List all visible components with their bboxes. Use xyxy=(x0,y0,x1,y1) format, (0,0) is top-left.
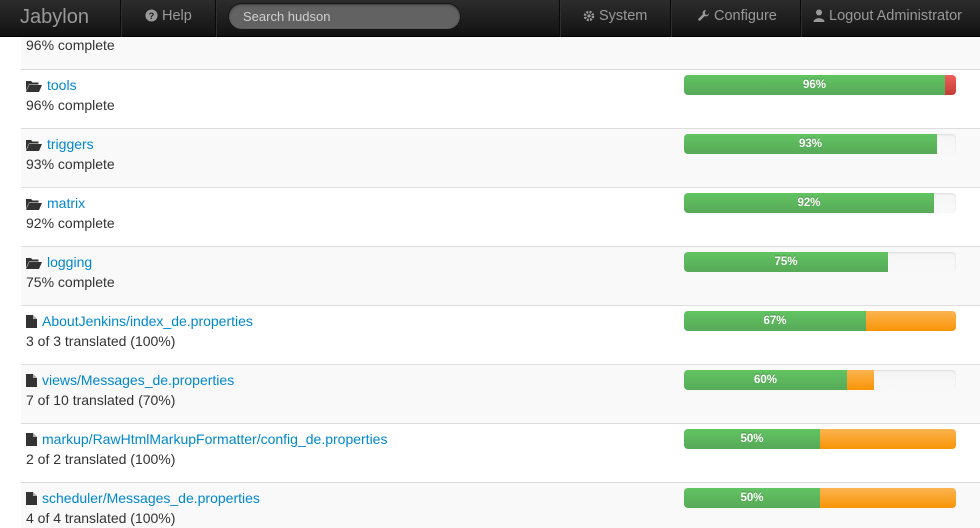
item-status: 3 of 3 translated (100%) xyxy=(26,333,176,349)
item-link[interactable]: triggers xyxy=(26,134,94,154)
top-navbar: Jabylon ? Help Search hudson System Confi… xyxy=(0,0,980,37)
system-label: System xyxy=(599,8,648,24)
item-link-label: tools xyxy=(47,77,77,93)
item-status: 96% complete xyxy=(26,37,115,53)
item-status: 93% complete xyxy=(26,156,115,172)
progress-bar: 93% xyxy=(684,134,956,154)
file-icon xyxy=(26,313,37,333)
item-link[interactable]: logging xyxy=(26,252,92,272)
progress-missing-segment xyxy=(820,429,956,449)
progress-error-segment xyxy=(945,75,956,95)
item-link[interactable]: tools xyxy=(26,75,77,95)
progress-percent-label: 93% xyxy=(798,138,823,150)
configure-link[interactable]: Configure xyxy=(697,0,777,37)
progress-bar: 60% xyxy=(684,370,956,390)
progress-bar: 50% xyxy=(684,429,956,449)
list-item: 96% complete xyxy=(21,37,980,69)
item-link-label: AboutJenkins/index_de.properties xyxy=(42,313,253,329)
progress-percent-label: 50% xyxy=(740,492,764,504)
item-status: 75% complete xyxy=(26,274,115,290)
folder-open-icon xyxy=(26,77,42,97)
progress-percent-label: 92% xyxy=(797,197,821,209)
question-circle-icon: ? xyxy=(145,9,158,22)
system-link[interactable]: System xyxy=(583,0,647,37)
progress-percent-label: 67% xyxy=(763,315,787,327)
list-item: markup/RawHtmlMarkupFormatter/config_de.… xyxy=(21,423,980,482)
help-label: Help xyxy=(162,8,192,24)
progress-percent-label: 75% xyxy=(774,256,798,268)
item-link-label: scheduler/Messages_de.properties xyxy=(42,490,260,506)
progress-bar: 96% xyxy=(684,75,956,95)
item-link[interactable]: AboutJenkins/index_de.properties xyxy=(26,311,253,331)
progress-bar: 92% xyxy=(684,193,956,213)
nav-divider xyxy=(670,0,671,37)
user-icon xyxy=(813,9,825,22)
item-link[interactable]: matrix xyxy=(26,193,85,213)
progress-missing-segment xyxy=(820,488,956,508)
item-link[interactable]: views/Messages_de.properties xyxy=(26,370,234,390)
nav-divider xyxy=(120,0,121,37)
brand-logo[interactable]: Jabylon xyxy=(0,0,120,37)
list-item: triggers 93% complete 93% xyxy=(21,128,980,187)
list-item: AboutJenkins/index_de.properties 3 of 3 t… xyxy=(21,305,980,364)
folder-open-icon xyxy=(26,254,42,274)
item-link[interactable]: scheduler/Messages_de.properties xyxy=(26,488,260,508)
logout-link[interactable]: Logout Administrator xyxy=(813,0,962,37)
wrench-icon xyxy=(697,9,710,22)
file-icon xyxy=(26,372,37,392)
file-icon xyxy=(26,490,37,510)
list-item: logging 75% complete 75% xyxy=(21,246,980,305)
progress-missing-segment xyxy=(847,370,874,390)
progress-percent-label: 50% xyxy=(740,433,764,445)
list-item: scheduler/Messages_de.properties 4 of 4 t… xyxy=(21,482,980,528)
folder-open-icon xyxy=(26,195,42,215)
configure-label: Configure xyxy=(714,8,777,24)
search-input[interactable]: Search hudson xyxy=(228,3,461,30)
file-icon xyxy=(26,431,37,451)
list-item: matrix 92% complete 92% xyxy=(21,187,980,246)
item-status: 7 of 10 translated (70%) xyxy=(26,392,176,408)
item-status: 4 of 4 translated (100%) xyxy=(26,510,176,526)
nav-divider xyxy=(800,0,801,37)
item-link-label: markup/RawHtmlMarkupFormatter/config_de.… xyxy=(42,431,388,447)
logout-label: Logout Administrator xyxy=(829,8,962,24)
help-link[interactable]: ? Help xyxy=(145,0,192,37)
item-link-label: views/Messages_de.properties xyxy=(42,372,235,388)
list-item: tools 96% complete 96% xyxy=(21,69,980,128)
item-link-label: logging xyxy=(47,254,93,270)
progress-bar: 67% xyxy=(684,311,956,331)
folder-open-icon xyxy=(26,136,42,156)
gear-icon xyxy=(583,10,595,22)
item-status: 96% complete xyxy=(26,97,115,113)
svg-text:?: ? xyxy=(149,11,155,21)
progress-bar: 50% xyxy=(684,488,956,508)
item-status: 2 of 2 translated (100%) xyxy=(26,451,176,467)
progress-percent-label: 60% xyxy=(753,374,778,386)
list-item: views/Messages_de.properties 7 of 10 tran… xyxy=(21,364,980,423)
item-link-label: triggers xyxy=(47,136,94,152)
progress-percent-label: 96% xyxy=(802,79,827,91)
progress-missing-segment xyxy=(866,311,956,331)
item-status: 92% complete xyxy=(26,215,115,231)
nav-divider xyxy=(559,0,560,37)
project-list: 96% complete tools 96% complete 96% triggers… xyxy=(21,37,980,528)
nav-divider xyxy=(215,0,216,37)
item-link-label: matrix xyxy=(47,195,86,211)
progress-bar: 75% xyxy=(684,252,956,272)
item-link[interactable]: markup/RawHtmlMarkupFormatter/config_de.… xyxy=(26,429,387,449)
